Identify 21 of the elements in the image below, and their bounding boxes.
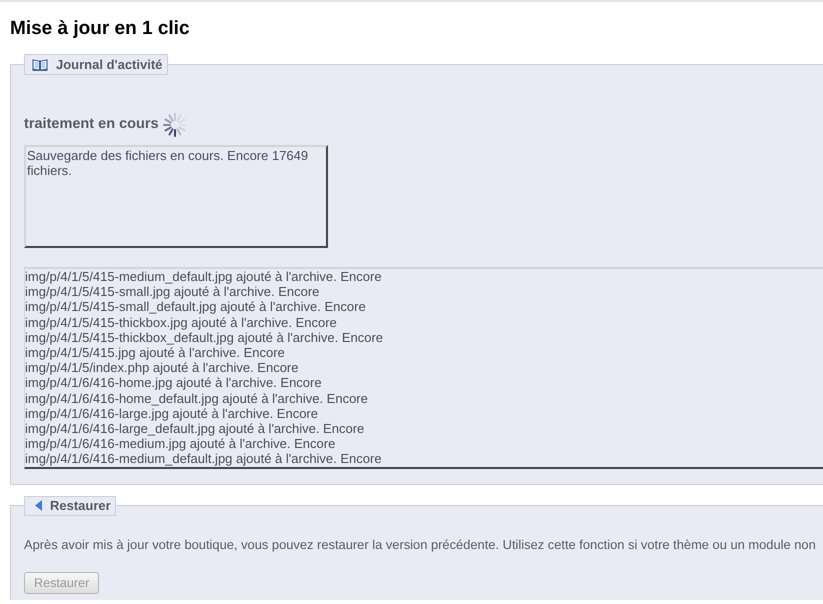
log-line: img/p/4/1/6/416-large_default.jpg ajouté à l'archive. Encore <box>25 421 366 436</box>
log-line: img/p/4/1/5/415-thickbox.jpg ajouté à l'archive. Encore <box>25 314 338 330</box>
log-line: img/p/4/1/6/416-medium_default.jpg ajouté à l'archive. Encore <box>25 451 383 467</box>
log-line: img/p/4/1/5/index.php ajouté à l'archive. Encore <box>25 360 300 376</box>
log-line: img/p/4/1/5/415-small.jpg ajouté à l'archive. Encore <box>25 284 320 300</box>
log-line: img/p/4/1/5/415.jpg ajouté à l'archive. Encore <box>25 345 286 360</box>
legend-title: Journal d'activité <box>56 56 162 74</box>
log-line: img/p/4/1/5/415-thickbox_default.jpg ajouté à l'archive. Encore <box>25 330 384 346</box>
status-message-panel: Sauvegarde des fichiers en cours. Encore 17649 fichiers. <box>24 145 328 248</box>
book-icon <box>32 58 48 71</box>
log-line: img/p/4/1/6/416-medium.jpg ajouté à l'archive. Encore <box>25 436 336 452</box>
log-line: img/p/4/1/5/415-medium_default.jpg ajouté à l'archive. Encore <box>25 269 383 284</box>
log-line: img/p/4/1/5/415-small_default.jpg ajouté à l'archive. Encore <box>25 299 367 315</box>
left-triangle-icon <box>35 500 42 512</box>
log-line: img/p/4/1/6/416-home.jpg ajouté à l'archive. Encore <box>25 375 323 391</box>
processing-heading: traitement en cours <box>24 115 159 134</box>
log-line: img/p/4/1/6/416-large.jpg ajouté à l'archive. Encore <box>25 406 319 422</box>
log-line: img/p/4/1/6/416-home_default.jpg ajouté à l'archive. Encore <box>25 390 369 406</box>
page-title: Mise à jour en 1 clic <box>10 18 191 40</box>
restore-description: Après avoir mis à jour votre boutique, vous pouvez restaurer la version précédente. Utilisez cette fonction si votre thème ou un module non <box>24 536 817 552</box>
legend-title: Restaurer <box>50 496 111 515</box>
